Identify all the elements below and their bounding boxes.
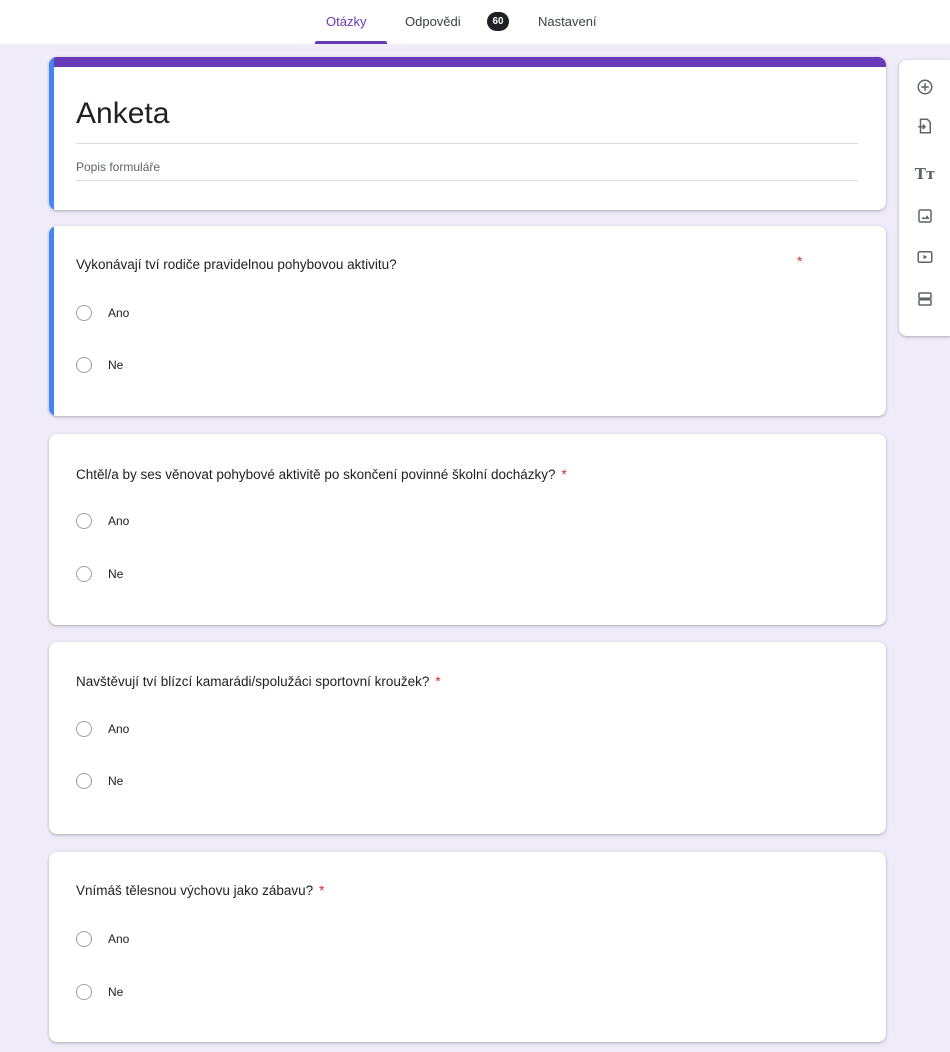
accent-strip [49,57,886,67]
radio-button[interactable] [76,513,92,529]
radio-button[interactable] [76,721,92,737]
option-label: Ano [108,514,130,528]
question-card[interactable] [49,434,886,625]
radio-button[interactable] [76,566,92,582]
import-questions-icon-glyph [918,118,931,134]
import-questions-icon[interactable] [915,116,935,136]
option-label: Ano [108,722,130,736]
question-card[interactable] [49,226,886,416]
required-asterisk: * [319,883,325,898]
video-icon-glyph [917,251,933,263]
radio-button[interactable] [76,773,92,789]
question-title: Navštěvují tví blízcí kamarádi/spolužáci… [76,674,441,689]
active-tab-indicator [315,41,387,44]
form-title[interactable]: Anketa [76,97,169,131]
option-label: Ano [108,932,130,946]
title-underline [76,143,858,144]
required-asterisk: * [435,674,441,689]
video-icon[interactable] [915,247,935,267]
question-title: Vykonávají tví rodiče pravidelnou pohybo… [76,257,397,272]
radio-button[interactable] [76,305,92,321]
add-circle-icon-glyph [917,79,933,95]
description-underline [76,180,858,181]
required-asterisk: * [797,253,803,269]
question-card[interactable] [49,852,886,1042]
question-text: Vykonávají tví rodiče pravidelnou pohybo… [76,257,397,272]
image-icon-glyph [918,209,932,223]
section-icon-glyph [918,292,932,306]
option-label: Ne [108,358,124,372]
question-text: Vnímáš tělesnou výchovu jako zábavu? [76,883,314,898]
radio-button[interactable] [76,984,92,1000]
form-description[interactable]: Popis formuláře [76,160,160,174]
option-label: Ne [108,985,124,999]
question-text: Chtěl/a by ses věnovat pohybové aktivitě… [76,467,556,482]
form-header-card[interactable] [49,57,886,210]
tab-settings[interactable]: Nastavení [538,14,597,29]
active-question-indicator [49,226,54,416]
add-circle-icon[interactable] [915,77,935,97]
radio-button[interactable] [76,357,92,373]
image-icon[interactable] [915,206,935,226]
question-title: Vnímáš tělesnou výchovu jako zábavu? * [76,883,324,898]
section-icon[interactable] [915,289,935,309]
question-text: Navštěvují tví blízcí kamarádi/spolužáci… [76,674,430,689]
active-indicator [49,57,54,210]
option-label: Ne [108,567,124,581]
question-card[interactable] [49,642,886,834]
tab-bar: Otázky Odpovědi 60 Nastavení [0,0,950,44]
tab-questions[interactable]: Otázky [326,14,366,29]
question-title: Chtěl/a by ses věnovat pohybové aktivitě… [76,467,567,482]
radio-button[interactable] [76,931,92,947]
top-bar: Otázky Odpovědi 60 Nastavení [0,0,950,44]
title-text-icon[interactable]: Tт [915,164,935,184]
tab-responses[interactable]: Odpovědi [405,14,461,29]
required-asterisk: * [561,467,567,482]
option-label: Ano [108,306,130,320]
responses-count-badge: 60 [487,12,509,31]
option-label: Ne [108,774,124,788]
floating-toolbar: Tт [899,60,950,336]
